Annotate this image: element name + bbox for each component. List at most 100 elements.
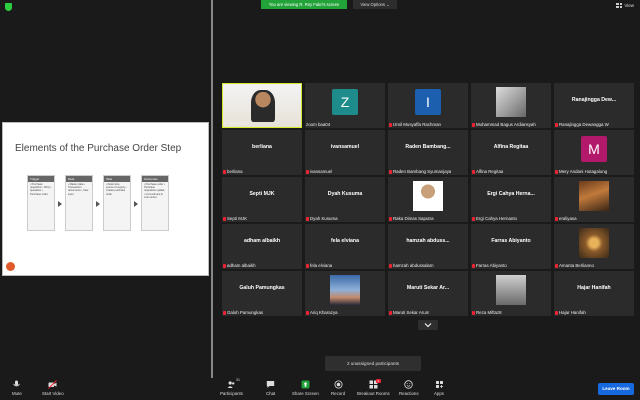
participant-name-label: Ergi Cahya Hernanto xyxy=(472,216,517,221)
participant-name: Hajar Hanifah xyxy=(559,310,586,315)
participant-name-label: Farras Abiyanto xyxy=(472,263,507,268)
chat-icon xyxy=(266,380,275,389)
splitter-handle[interactable] xyxy=(211,0,213,378)
participant-name-label: eraliyasa xyxy=(555,216,577,221)
participant-name: Septi MJK xyxy=(227,216,248,221)
participants-button[interactable]: 31 Participants xyxy=(220,378,243,396)
participant-name: Muhammad Bagus Ardiansyah xyxy=(476,122,536,127)
chat-button[interactable]: Chat xyxy=(266,380,275,396)
avatar: M xyxy=(581,136,607,162)
breakout-rooms-label: Breakout Rooms xyxy=(357,391,390,396)
participant-name-label: adham albaikh xyxy=(223,263,256,268)
mic-muted-icon xyxy=(472,216,475,221)
participant-tile[interactable]: R. Rey Fakri... xyxy=(222,83,302,128)
unassigned-participants[interactable]: 2 unassigned participants xyxy=(325,356,421,371)
flow-step-trigger: Trigger • Purchase requisition • RFQ • Q… xyxy=(27,175,55,231)
apps-button[interactable]: Apps xyxy=(434,380,444,396)
flow-step-body: • Purchase order • Purchase requisition … xyxy=(144,183,165,199)
shared-screen: Elements of the Purchase Order Step Trig… xyxy=(2,122,209,276)
participant-display-name: fela elviana xyxy=(331,238,359,244)
participant-tile[interactable]: Dyah Kusuma Dyah Kusuma xyxy=(305,177,385,222)
apps-icon xyxy=(435,380,444,389)
participant-tile[interactable]: berliana berliana xyxy=(222,130,302,175)
participant-name: Raden Bambang Syumanjaya xyxy=(393,169,452,174)
participant-tile[interactable]: hamzah abduss... hamzah abdussalam xyxy=(388,224,468,269)
participant-name-label: hamzah abdussalam xyxy=(389,263,434,268)
start-video-button[interactable]: Start Video xyxy=(42,380,64,396)
speaker-video xyxy=(251,90,275,122)
participant-tile[interactable]: I Izmil Musyaffa Rachman xyxy=(388,83,468,128)
participant-display-name: Farras Abiyanto xyxy=(491,238,531,244)
view-button[interactable]: View xyxy=(616,3,634,8)
participant-tile[interactable]: Raka Dimas Saputra xyxy=(388,177,468,222)
participant-display-name: hamzah abduss... xyxy=(406,238,450,244)
chevron-down-icon xyxy=(424,323,432,328)
participant-tile[interactable]: Farras Abiyanto Farras Abiyanto xyxy=(471,224,551,269)
participant-tile[interactable]: Reza Miftaz8 xyxy=(471,271,551,316)
participant-tile[interactable]: adham albaikh adham albaikh xyxy=(222,224,302,269)
participant-tile[interactable]: eraliyasa xyxy=(554,177,634,222)
participant-name-label: Ariq Kharazya xyxy=(306,310,338,315)
participant-display-name: Raden Bambang... xyxy=(405,144,451,150)
participant-tile[interactable]: Raden Bambang... Raden Bambang Syumanjaya xyxy=(388,130,468,175)
top-bar: You are viewing R. Rey Fakri's screen Vi… xyxy=(0,0,640,12)
participant-name: hamzah abdussalam xyxy=(393,263,434,268)
view-options-button[interactable]: View Options ⌄ xyxy=(353,0,397,9)
profile-photo xyxy=(579,181,609,211)
participant-tile[interactable]: Maruti Sekar Ar... Maruti Sekar Arum xyxy=(388,271,468,316)
participant-tile[interactable]: Alfina Regitaa Alfina Regitaa xyxy=(471,130,551,175)
flow-step-data: Data • Master data • Transaction documen… xyxy=(65,175,93,231)
participant-tile[interactable]: Zzoom baa04 xyxy=(305,83,385,128)
participant-name: berliana xyxy=(227,169,243,174)
share-screen-button[interactable]: Share Screen xyxy=(292,380,319,396)
participant-display-name: Galuh Pamungkas xyxy=(239,285,285,291)
participant-tile[interactable]: ivansamuel ivansamuel xyxy=(305,130,385,175)
profile-photo xyxy=(579,228,609,258)
participant-tile[interactable]: Ranajingga Dew... Ranajingga Dewangga W xyxy=(554,83,634,128)
smiley-icon xyxy=(404,380,413,389)
participant-name-label: Raden Bambang Syumanjaya xyxy=(389,169,451,174)
participant-tile[interactable]: Muhammad Bagus Ardiansyah xyxy=(471,83,551,128)
participant-name-label: Alfina Regitaa xyxy=(472,169,503,174)
arrow-right-icon xyxy=(58,201,62,207)
participant-display-name: Ranajingga Dew... xyxy=(571,97,617,103)
mic-muted-icon xyxy=(223,216,226,221)
record-button[interactable]: Record xyxy=(331,380,345,396)
microphone-icon xyxy=(12,380,21,389)
participants-count: 31 xyxy=(235,378,240,382)
mute-button[interactable]: Mute xyxy=(12,380,22,396)
participant-tile[interactable]: Galuh Pamungkas Galuh Pamungkas xyxy=(222,271,302,316)
apps-label: Apps xyxy=(434,391,445,396)
breakout-rooms-button[interactable]: 2 Breakout Rooms xyxy=(357,379,390,396)
participant-tile[interactable]: Hajar Hanifah Hajar Hanifah xyxy=(554,271,634,316)
participant-tile[interactable]: fela elviana fela elviana xyxy=(305,224,385,269)
participant-tile[interactable]: Ergi Cahya Herna... Ergi Cahya Hernanto xyxy=(471,177,551,222)
participant-tile[interactable]: M Mery Andani Hutagalung xyxy=(554,130,634,175)
gallery-next-page-button[interactable] xyxy=(418,320,438,330)
shield-icon[interactable] xyxy=(5,3,12,11)
participant-name-label: Galuh Pamungkas xyxy=(223,310,263,315)
leave-room-button[interactable]: Leave Room xyxy=(598,383,634,395)
mic-muted-icon xyxy=(389,216,392,221)
participant-name: Maruti Sekar Arum xyxy=(393,310,430,315)
participants-icon: 31 xyxy=(227,378,240,389)
participant-tile[interactable]: Amanta Berlianno xyxy=(554,224,634,269)
participant-name: Ariq Kharazya xyxy=(310,310,338,315)
participant-display-name: Dyah Kusuma xyxy=(327,191,363,197)
profile-photo xyxy=(496,275,526,305)
participant-name-label: zoom baa04 xyxy=(306,122,330,127)
participant-name: adham albaikh xyxy=(227,263,256,268)
participant-name-label: Septi MJK xyxy=(223,216,247,221)
mic-muted-icon xyxy=(555,263,558,268)
mic-muted-icon xyxy=(555,122,558,127)
participant-name: zoom baa04 xyxy=(306,122,331,127)
participant-tile[interactable]: Septi MJK Septi MJK xyxy=(222,177,302,222)
mic-muted-icon xyxy=(223,263,226,268)
mic-muted-icon xyxy=(389,263,392,268)
participant-tile[interactable]: Ariq Kharazya xyxy=(305,271,385,316)
mic-muted-icon xyxy=(472,169,475,174)
participant-name: Raka Dimas Saputra xyxy=(393,216,434,221)
view-label: View xyxy=(624,3,634,8)
reactions-button[interactable]: Reactions xyxy=(399,380,419,396)
avatar: Z xyxy=(332,89,358,115)
